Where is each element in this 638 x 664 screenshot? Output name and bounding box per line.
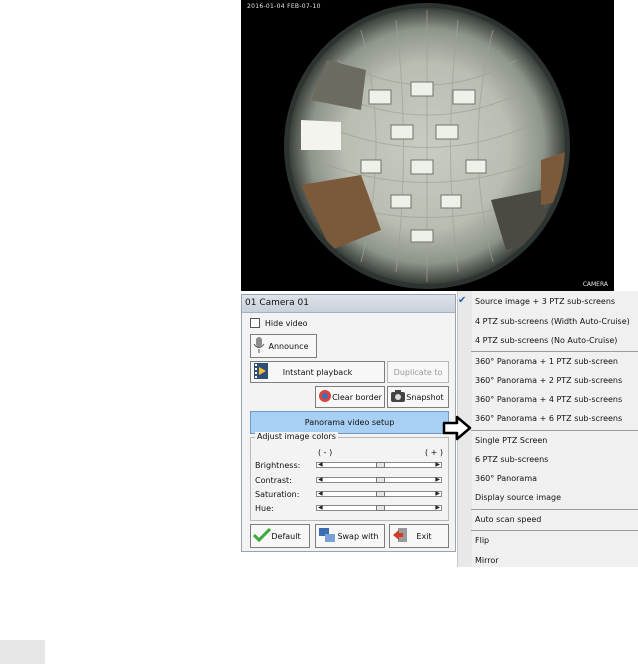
pointer-arrow-icon xyxy=(442,415,472,444)
contrast-label: Contrast: xyxy=(255,476,292,485)
adjust-image-colors-label: Adjust image colors xyxy=(255,432,338,441)
menu-item-mirror[interactable]: Mirror xyxy=(475,556,499,565)
default-label: Default xyxy=(271,531,301,541)
checkmark-icon xyxy=(252,527,272,544)
clear-border-icon xyxy=(318,388,332,406)
panel-title: 01 Camera 01 xyxy=(242,295,455,313)
osd-camera-label: CAMERA xyxy=(582,281,608,288)
slider-thumb[interactable] xyxy=(375,462,385,468)
saturation-label: Saturation: xyxy=(255,490,300,499)
menu-separator xyxy=(471,430,638,431)
announce-label: Announce xyxy=(268,341,309,351)
menu-item-panorama-2ptz[interactable]: 360° Panorama + 2 PTZ sub-screens xyxy=(475,376,622,385)
default-button[interactable]: Default xyxy=(250,524,310,548)
menu-item-single-ptz[interactable]: Single PTZ Screen xyxy=(475,436,547,445)
arrow-left-icon[interactable]: ◀ xyxy=(318,477,323,483)
panorama-video-setup-button[interactable]: Panorama video setup xyxy=(250,411,449,434)
hide-video-label: Hide video xyxy=(264,318,308,328)
menu-separator xyxy=(471,530,638,531)
clear-border-label: Clear border xyxy=(332,392,382,402)
duplicate-to-button[interactable]: Duplicate to xyxy=(387,361,449,383)
brightness-slider[interactable]: ◀ ▶ xyxy=(316,462,442,468)
snapshot-button[interactable]: Snapshot xyxy=(387,386,449,408)
arrow-right-icon[interactable]: ▶ xyxy=(435,491,440,497)
camera-icon xyxy=(390,389,406,405)
announce-button[interactable]: Announce xyxy=(250,334,317,358)
plus-label: ( + ) xyxy=(425,448,444,457)
minus-label: ( - ) xyxy=(318,448,333,457)
slider-thumb[interactable] xyxy=(375,505,385,511)
arrow-left-icon[interactable]: ◀ xyxy=(318,505,323,511)
menu-item-display-source[interactable]: Display source image xyxy=(475,493,561,502)
saturation-slider[interactable]: ◀ ▶ xyxy=(316,491,442,497)
hide-video-checkbox[interactable]: Hide video xyxy=(250,318,308,329)
arrow-left-icon[interactable]: ◀ xyxy=(318,462,323,468)
exit-label: Exit xyxy=(416,531,432,541)
menu-item-4ptz-no-cruise[interactable]: 4 PTZ sub-screens (No Auto-Cruise) xyxy=(475,336,617,345)
menu-item-panorama[interactable]: 360° Panorama xyxy=(475,474,537,483)
menu-item-6ptz[interactable]: 6 PTZ sub-screens xyxy=(475,455,548,464)
arrow-right-icon[interactable]: ▶ xyxy=(435,505,440,511)
menu-item-panorama-1ptz[interactable]: 360° Panorama + 1 PTZ sub-screen xyxy=(475,357,618,366)
contrast-slider[interactable]: ◀ ▶ xyxy=(316,477,442,483)
duplicate-to-label: Duplicate to xyxy=(393,367,443,377)
hue-slider[interactable]: ◀ ▶ xyxy=(316,505,442,511)
display-mode-context-menu xyxy=(457,291,638,567)
swap-with-button[interactable]: Swap with xyxy=(315,524,385,548)
menu-item-panorama-6ptz[interactable]: 360° Panorama + 6 PTZ sub-screens xyxy=(475,414,622,423)
hue-label: Hue: xyxy=(255,504,274,513)
instant-playback-label: Intstant playback xyxy=(282,367,353,377)
fisheye-video-view[interactable]: 2016-01-04 FEB-07-10 CAMERA xyxy=(241,0,614,291)
menu-item-4ptz-auto-cruise[interactable]: 4 PTZ sub-screens (Width Auto-Cruise) xyxy=(475,317,630,326)
film-play-icon xyxy=(253,362,269,382)
swap-with-label: Swap with xyxy=(337,531,379,541)
arrow-left-icon[interactable]: ◀ xyxy=(318,491,323,497)
fisheye-image xyxy=(284,3,570,289)
check-icon: ✔ xyxy=(458,295,467,306)
exit-door-icon xyxy=(392,527,408,545)
brightness-label: Brightness: xyxy=(255,461,301,470)
slider-thumb[interactable] xyxy=(375,477,385,483)
menu-separator xyxy=(471,351,638,352)
checkbox-box[interactable] xyxy=(250,318,260,328)
exit-button[interactable]: Exit xyxy=(389,524,449,548)
arrow-right-icon[interactable]: ▶ xyxy=(435,462,440,468)
osd-timestamp: 2016-01-04 FEB-07-10 xyxy=(247,3,321,10)
panorama-video-setup-label: Panorama video setup xyxy=(304,418,395,427)
slider-thumb[interactable] xyxy=(375,491,385,497)
swap-icon xyxy=(318,527,336,545)
instant-playback-button[interactable]: Intstant playback xyxy=(250,361,385,383)
snapshot-label: Snapshot xyxy=(406,392,444,402)
microphone-icon xyxy=(253,336,265,356)
menu-item-source-3ptz[interactable]: Source image + 3 PTZ sub-screens xyxy=(475,297,615,306)
menu-item-flip[interactable]: Flip xyxy=(475,536,489,545)
clear-border-button[interactable]: Clear border xyxy=(315,386,385,408)
grey-placeholder-block xyxy=(0,640,45,664)
menu-item-panorama-4ptz[interactable]: 360° Panorama + 4 PTZ sub-screens xyxy=(475,395,622,404)
menu-item-checked-icon: ✔ xyxy=(458,295,466,306)
arrow-right-icon[interactable]: ▶ xyxy=(435,477,440,483)
menu-separator xyxy=(471,509,638,510)
menu-item-auto-scan-speed[interactable]: Auto scan speed xyxy=(475,515,541,524)
